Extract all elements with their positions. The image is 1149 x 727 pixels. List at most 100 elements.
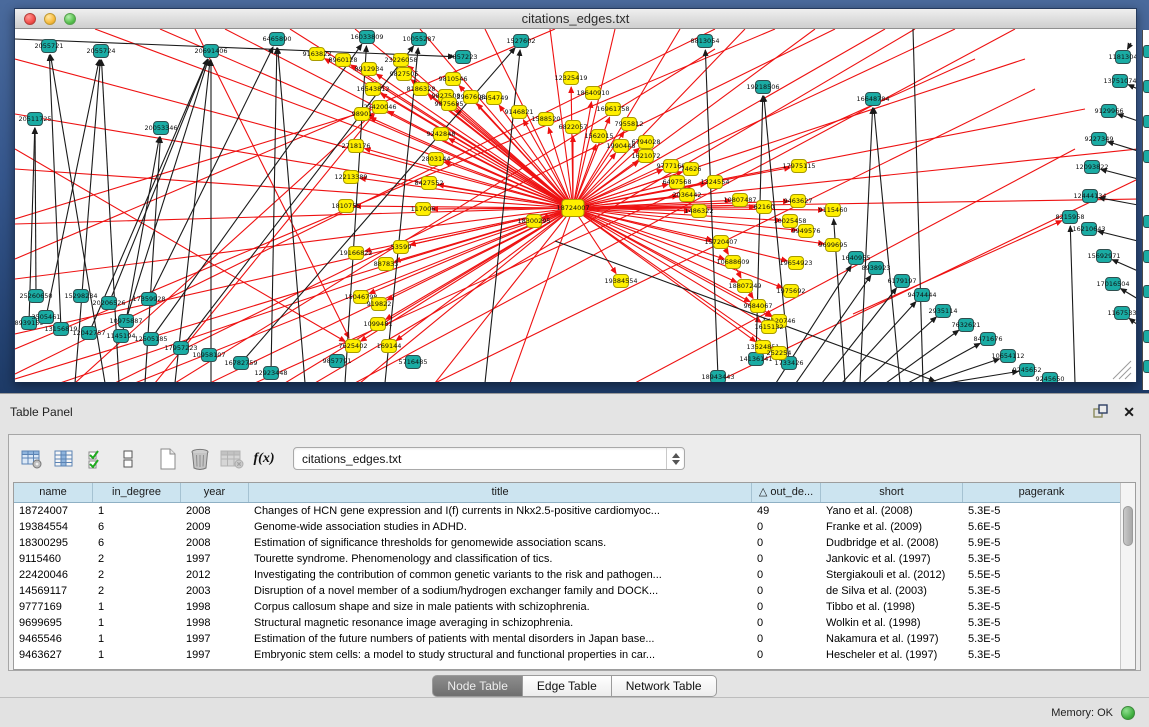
graph-node[interactable]: 23226058 [384,54,417,67]
graph-node[interactable]: 9115460 [819,204,848,217]
graph-node[interactable]: 9146821 [505,106,534,119]
graph-node[interactable]: 17975115 [782,160,815,173]
graph-node[interactable]: 1145194 [107,330,136,343]
graph-node[interactable]: 2055724 [87,45,116,58]
graph-node[interactable]: 9684067 [744,300,773,313]
network-canvas[interactable]: 2055721205572420691406646589016033809100… [15,29,1136,382]
graph-node[interactable]: 9857791 [323,355,352,368]
graph-node[interactable]: 1527602 [507,35,536,48]
new-table-icon[interactable] [155,446,181,472]
graph-node[interactable]: 16648784 [856,93,889,106]
table-row[interactable]: 1830029562008Estimation of significance … [14,535,1135,551]
graph-node[interactable]: 19654923 [779,257,812,270]
table-row[interactable]: 1456911722003Disruption of a novel membe… [14,583,1135,599]
graph-node[interactable]: 19218506 [746,81,779,94]
column-select-icon[interactable] [51,446,77,472]
graph-node[interactable]: 16033809 [350,31,383,44]
table-scrollbar[interactable] [1120,483,1135,669]
graph-node[interactable]: 16961758 [596,103,629,116]
graph-node[interactable]: 25260650 [19,290,52,303]
graph-node[interactable]: 1099481 [364,318,393,331]
graph-node[interactable]: 7632621 [952,319,981,332]
column-header-out_degree[interactable]: △ out_de... [752,483,821,502]
graph-node[interactable]: 117006 [411,203,436,216]
table-row[interactable]: 946362711997Embryonic stem cells: a mode… [14,647,1135,663]
minimize-window-button[interactable] [44,13,56,25]
graph-node[interactable]: 6179197 [888,275,917,288]
graph-node[interactable]: 2055721 [35,40,64,53]
graph-node[interactable]: 17016504 [1096,278,1129,291]
column-header-pagerank[interactable]: pagerank [963,483,1121,502]
graph-node[interactable]: 919822 [367,298,392,311]
graph-node[interactable]: 9875685 [435,98,464,111]
window-titlebar[interactable]: citations_edges.txt [15,9,1136,29]
scrollbar-thumb[interactable] [1123,506,1133,546]
graph-node[interactable]: 2803144 [422,153,451,166]
graph-node[interactable]: 12093822 [1075,161,1108,174]
graph-node[interactable]: 5716485 [399,356,428,369]
column-checklist-icon[interactable] [83,446,109,472]
column-header-name[interactable]: name [14,483,93,502]
tab-network-table[interactable]: Network Table [612,675,717,697]
close-window-button[interactable] [24,13,36,25]
graph-node[interactable]: 9242848 [427,128,456,141]
graph-node[interactable]: 7625402 [339,340,368,353]
graph-node[interactable]: 12042757 [72,327,105,340]
table-row[interactable]: 911546021997Tourette syndrome. Phenomeno… [14,551,1135,567]
graph-node[interactable]: 16782759 [224,357,257,370]
graph-node[interactable]: 7857223 [449,51,478,64]
column-header-short[interactable]: short [821,483,963,502]
graph-node[interactable]: 9474444 [908,289,937,302]
graph-node[interactable]: 53599 [391,241,412,254]
graph-node[interactable]: 9699695 [819,239,848,252]
graph-node[interactable]: 9810546 [439,73,468,86]
graph-node[interactable]: 1486322 [685,205,714,218]
graph-node[interactable]: 12325419 [554,72,587,85]
graph-node[interactable]: 9463627 [784,195,813,208]
graph-node[interactable]: 18943443 [701,371,734,383]
table-row[interactable]: 977716911998Corpus callosum shape and si… [14,599,1135,615]
graph-node[interactable]: 10807487 [723,194,756,207]
zoom-window-button[interactable] [64,13,76,25]
graph-node[interactable]: 98901 [352,108,373,121]
table-row[interactable]: 2242004622012Investigating the contribut… [14,567,1135,583]
graph-node[interactable]: 8912934 [355,63,384,76]
graph-node[interactable]: 10654112 [991,350,1024,363]
column-header-title[interactable]: title [249,483,752,502]
graph-node[interactable]: 1181304 [1109,51,1136,64]
graph-node[interactable]: 9163822 [303,48,332,61]
graph-node[interactable]: 6465890 [263,33,292,46]
graph-node[interactable]: 20511725 [18,113,51,126]
column-header-year[interactable]: year [181,483,249,502]
graph-node[interactable]: 1640955 [842,252,871,265]
graph-node[interactable]: 74626 [681,163,702,176]
table-row[interactable]: 969969511998Structural magnetic resonanc… [14,615,1135,631]
graph-node[interactable]: 16543812 [356,83,389,96]
graph-node[interactable]: 8960128 [329,54,358,67]
table-row[interactable]: 1938455462009Genome-wide association stu… [14,519,1135,535]
graph-node[interactable]: 7955812 [615,118,644,131]
delete-trash-icon[interactable] [187,446,213,472]
graph-node[interactable]: 16210643 [1072,223,1105,236]
graph-node[interactable]: 9129966 [1095,105,1124,118]
tab-node-table[interactable]: Node Table [432,675,523,697]
graph-node[interactable]: 1324554 [701,176,730,189]
float-panel-icon[interactable] [1093,404,1109,419]
graph-node[interactable]: 10055287 [402,33,435,46]
graph-node[interactable]: 15720407 [704,236,737,249]
tab-edge-table[interactable]: Edge Table [523,675,612,697]
graph-node[interactable]: 8454749 [480,92,509,105]
row-mode-icon[interactable] [115,446,141,472]
graph-node[interactable]: 10958107 [192,349,225,362]
graph-node[interactable]: 20206526 [92,297,125,310]
graph-node[interactable]: 169144 [377,340,402,353]
graph-node[interactable]: 1615132 [755,321,784,334]
graph-node[interactable]: 8471676 [974,333,1003,346]
column-header-in_degree[interactable]: in_degree [93,483,181,502]
graph-node[interactable]: 9827505 [390,68,419,81]
graph-node[interactable]: 1588520 [532,113,561,126]
graph-node[interactable]: 19384554 [604,275,637,288]
table-source-select[interactable]: citations_edges.txt [293,447,685,470]
graph-node[interactable]: 8813054 [691,35,720,48]
graph-node[interactable]: 1167533 [1108,307,1136,320]
